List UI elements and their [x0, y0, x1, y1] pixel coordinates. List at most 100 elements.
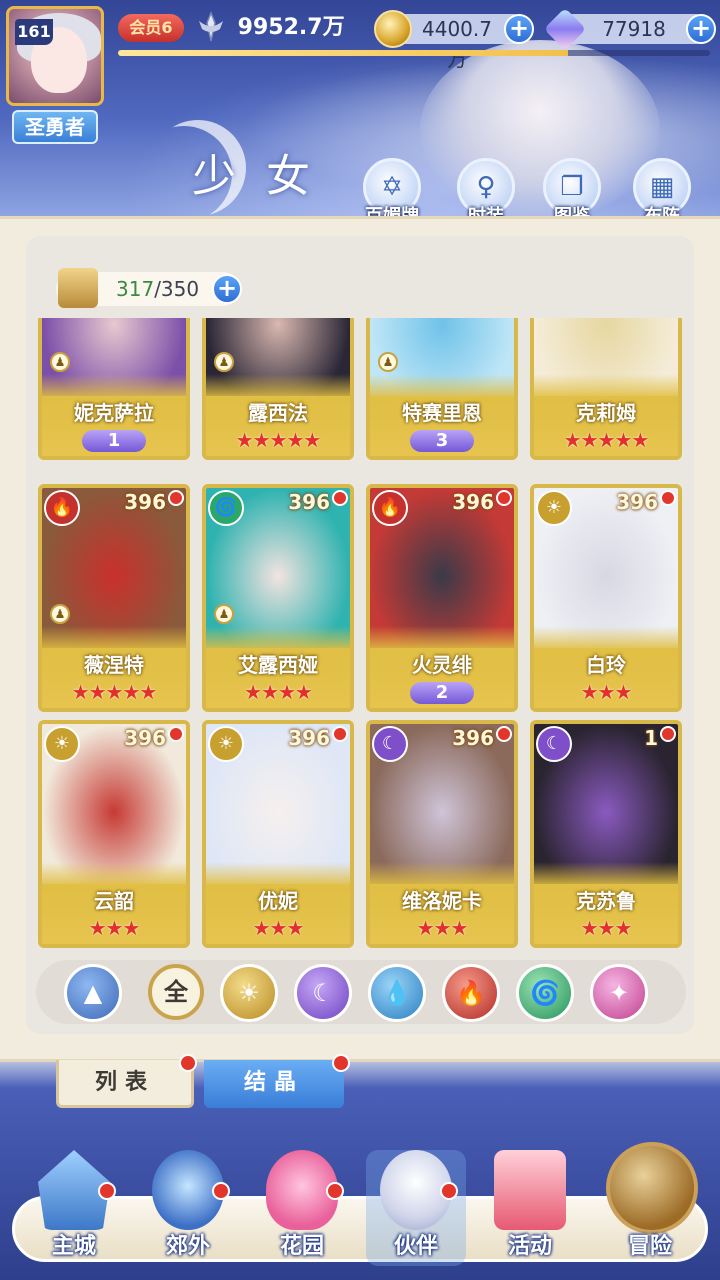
card-name: 特赛里恩 [402, 401, 482, 425]
add-gold-button[interactable]: + [504, 14, 534, 44]
power-value: 9952.7万 [237, 15, 345, 40]
filter-dark-button[interactable]: ☾ [294, 964, 352, 1022]
character-card[interactable]: ☾ 396 维洛妮卡 ★★★ [366, 720, 518, 948]
xp-bar [118, 50, 710, 56]
character-card[interactable]: ♟ 特赛里恩 3 [366, 318, 518, 460]
card-name: 云韶 [94, 889, 134, 913]
filter-up-button[interactable]: ▲ [64, 964, 122, 1022]
character-card[interactable]: ♟ 🌀 396 艾露西娅 ★★★★ [202, 484, 354, 712]
character-card[interactable]: ☀ 396 白玲 ★★★ [530, 484, 682, 712]
chevron-up-icon: ▲ [83, 979, 103, 1007]
notification-dot [212, 1182, 230, 1200]
character-card[interactable]: ☀ 396 优妮 ★★★ [202, 720, 354, 948]
card-name: 克苏鲁 [576, 889, 636, 913]
dark-element-icon: ☾ [372, 726, 408, 762]
crystal-gem-icon [543, 7, 587, 51]
chess-pawn-icon: ♟ [214, 604, 234, 624]
light-element-icon: ☀ [44, 726, 80, 762]
vip-badge[interactable]: 会员6 [118, 14, 184, 42]
section-title: 少女 [192, 151, 340, 202]
notification-dot [332, 490, 348, 506]
card-level: 396 [616, 490, 658, 514]
fire-element-icon: 🔥 [372, 490, 408, 526]
filter-fire-button[interactable]: 🔥 [442, 964, 500, 1022]
notification-dot [660, 490, 676, 506]
filter-light-button[interactable]: ☀ [220, 964, 278, 1022]
all-icon: 全 [164, 978, 188, 1006]
card-level: 396 [124, 490, 166, 514]
nav-label: 主城 [51, 1234, 96, 1259]
notification-dot [660, 726, 676, 742]
chess-pawn-icon: ♟ [50, 352, 70, 372]
character-card[interactable]: ♟ 🔥 396 薇涅特 ★★★★★ [38, 484, 190, 712]
nav-label: 伙伴 [393, 1234, 438, 1259]
filter-water-button[interactable]: 💧 [368, 964, 426, 1022]
capacity-total: /350 [154, 277, 200, 301]
tab-crystal[interactable]: 结晶 [204, 1054, 350, 1108]
character-card[interactable]: ☾ 1 克苏鲁 ★★★ [530, 720, 682, 948]
notification-dot [98, 1182, 116, 1200]
card-rank-badge: 3 [410, 430, 474, 452]
nav-item-3[interactable]: 花园 [252, 1150, 352, 1266]
nav-item-6[interactable]: 冒险 [600, 1142, 700, 1266]
character-card[interactable]: ♟ 露西法 ★★★★★ [202, 318, 354, 460]
expand-capacity-button[interactable]: + [212, 274, 242, 304]
card-name: 维洛妮卡 [402, 889, 482, 913]
nav-item-2[interactable]: 郊外 [138, 1150, 238, 1266]
wind-element-icon: 🌀 [208, 490, 244, 526]
card-level: 396 [452, 726, 494, 750]
player-title-badge[interactable]: 圣勇者 [12, 110, 98, 144]
card-name: 火灵绯 [412, 653, 472, 677]
card-name: 克莉姆 [576, 401, 636, 425]
card-star-rating: ★★★★★ [235, 428, 322, 452]
notification-dot [332, 726, 348, 742]
character-card[interactable]: ☀ 396 云韶 ★★★ [38, 720, 190, 948]
wind-element-icon: 🌀 [530, 979, 560, 1007]
nav-label: 郊外 [165, 1234, 210, 1259]
gem-value: 77918 [602, 17, 666, 41]
nav-item-4[interactable]: 伙伴 [366, 1150, 466, 1266]
water-element-icon: 💧 [382, 979, 412, 1007]
tab-crystal-label: 结晶 [243, 1070, 304, 1095]
element-filter-bar [36, 960, 686, 1024]
star-element-icon: ✦ [608, 979, 630, 1007]
character-card[interactable]: ♟ 妮克萨拉 1 [38, 318, 190, 460]
nav-label: 冒险 [627, 1234, 672, 1259]
nav-item-5[interactable]: 活动 [480, 1150, 580, 1266]
card-star-rating: ★★★ [580, 680, 633, 704]
compass-icon [606, 1142, 698, 1234]
add-gem-button[interactable]: + [686, 14, 716, 44]
gold-value: 4400.7万 [422, 17, 492, 71]
card-name: 白玲 [586, 653, 626, 677]
card-rank-badge: 2 [410, 682, 474, 704]
card-star-rating: ★★★ [580, 916, 633, 940]
light-element-icon: ☀ [536, 490, 572, 526]
top-bar: 161 会员6 9952.7万 4400.7万 + 77918 + [0, 0, 720, 106]
filter-all-button[interactable]: 全 [148, 964, 204, 1020]
card-name: 露西法 [248, 401, 308, 425]
card-level: 396 [288, 726, 330, 750]
card-star-rating: ★★★★ [244, 680, 313, 704]
tab-list-label: 列表 [94, 1070, 155, 1095]
nav-item-1[interactable]: 主城 [24, 1150, 124, 1266]
character-card[interactable]: 克莉姆 ★★★★★ [530, 318, 682, 460]
nav-label: 活动 [507, 1234, 552, 1259]
character-grid: ♟ 妮克萨拉 1 ♟ 露西法 ★★★★★ ♟ 特赛里恩 3 克莉姆 ★★★★★ ♟ 🔥 396 薇涅特 ★★★… [36, 318, 686, 954]
dark-element-icon: ☾ [536, 726, 572, 762]
notification-dot [168, 490, 184, 506]
character-card[interactable]: 🔥 396 火灵绯 2 [366, 484, 518, 712]
card-name: 薇涅特 [84, 653, 144, 677]
card-star-rating: ★★★ [252, 916, 305, 940]
filter-star-button[interactable]: ✦ [590, 964, 648, 1022]
roster-capacity: 317/350 + [56, 268, 242, 308]
light-element-icon: ☀ [208, 726, 244, 762]
card-level: 396 [124, 726, 166, 750]
notification-dot [326, 1182, 344, 1200]
notification-dot [332, 1054, 350, 1072]
player-avatar[interactable]: 161 [6, 6, 104, 106]
card-level: 396 [452, 490, 494, 514]
fire-element-icon: 🔥 [456, 979, 486, 1007]
filter-wind-button[interactable]: 🌀 [516, 964, 574, 1022]
card-name: 妮克萨拉 [74, 401, 154, 425]
tab-list[interactable]: 列表 [56, 1054, 197, 1108]
